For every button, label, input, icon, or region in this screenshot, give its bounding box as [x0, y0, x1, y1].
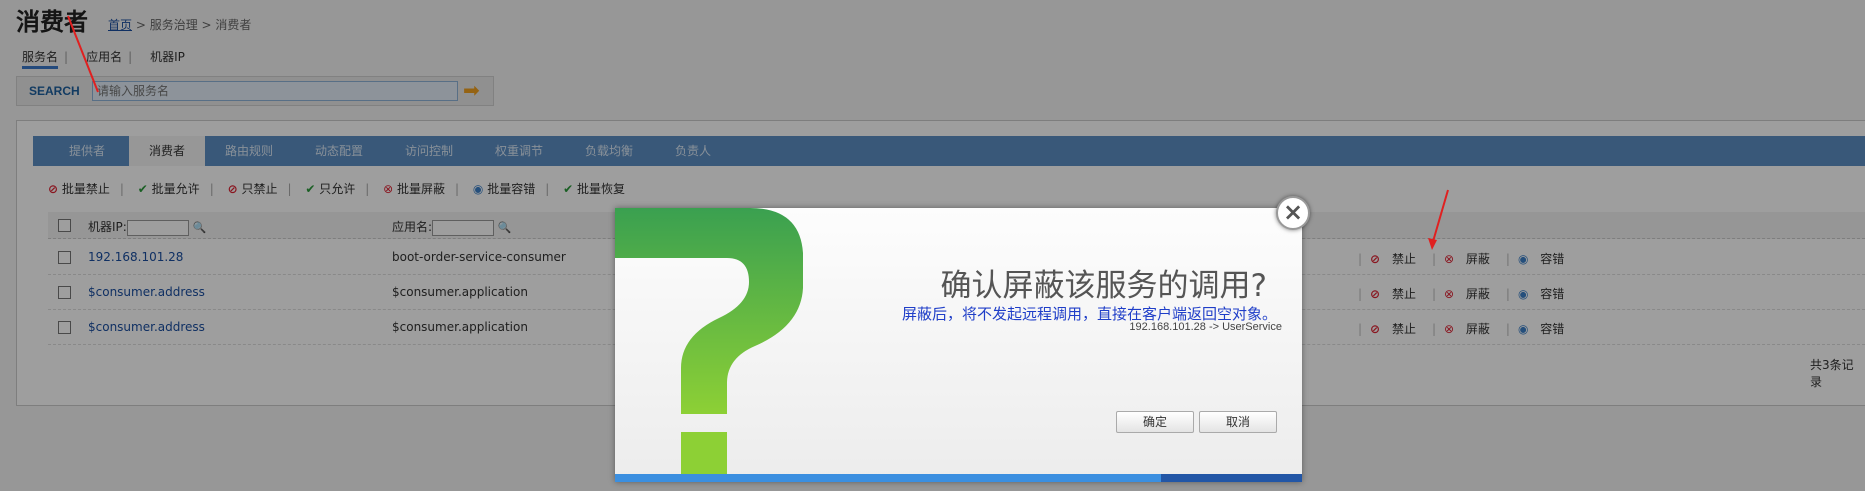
dialog-title: 确认屏蔽该服务的调用? — [940, 268, 1267, 304]
annotation-arrow — [1431, 189, 1449, 246]
cancel-button[interactable]: 取消 — [1199, 411, 1277, 433]
confirm-button[interactable]: 确定 — [1116, 411, 1194, 433]
annotation-arrow-head — [1428, 238, 1437, 250]
dialog-bottom-bar — [615, 474, 1302, 482]
page: 消费者 首页 > 服务治理 > 消费者 服务名 | 应用名 | 机器IP SEARCH … — [0, 0, 1865, 491]
dialog-service: 192.168.101.28 -> UserService — [1129, 321, 1282, 333]
question-mark-icon — [615, 208, 803, 474]
annotation-arrow — [67, 15, 99, 93]
close-icon[interactable]: × — [1276, 196, 1310, 230]
confirm-dialog: 确认屏蔽该服务的调用? 屏蔽后，将不发起远程调用，直接在客户端返回空对象。 19… — [615, 208, 1302, 482]
dialog-bottom-fill — [615, 474, 1161, 482]
